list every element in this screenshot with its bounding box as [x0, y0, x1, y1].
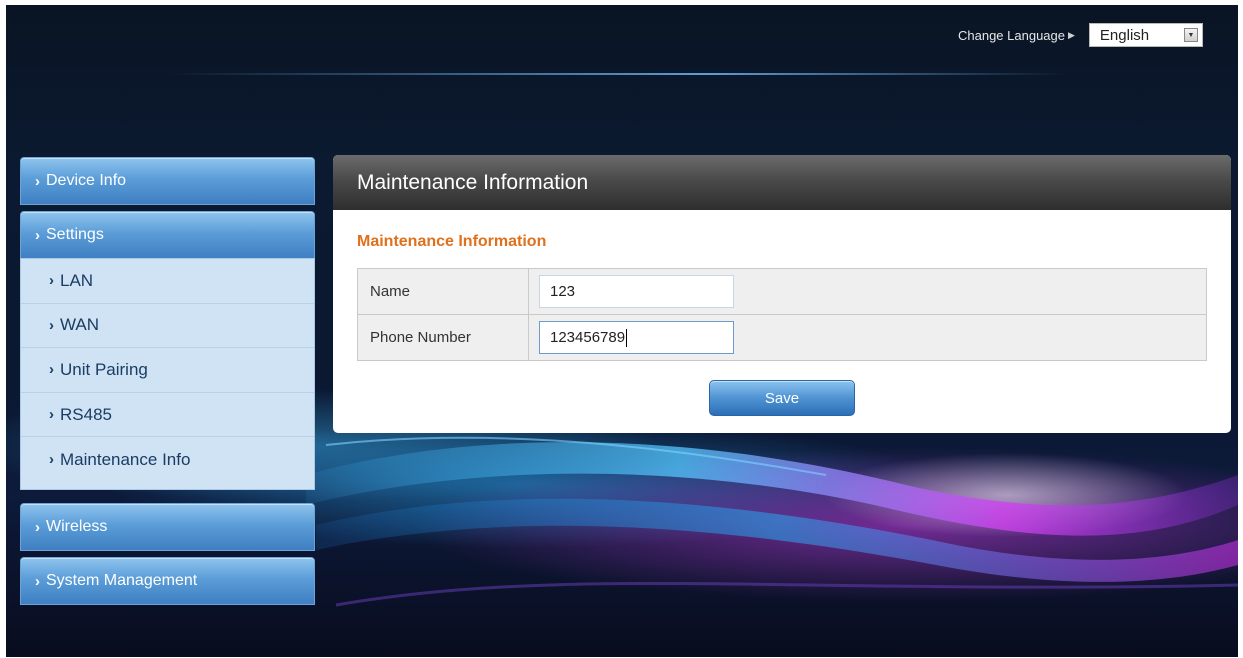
header-highlight-line — [166, 73, 1066, 75]
language-select-value: English — [1099, 26, 1150, 44]
table-row: Phone Number 123456789 — [357, 314, 1207, 361]
maintenance-form-table: Name 123 Phone Number 123456789 — [357, 268, 1207, 361]
language-selector-area: Change Language ▶ English ▼ — [958, 23, 1203, 47]
nav-device-info[interactable]: › Device Info — [20, 157, 315, 205]
settings-submenu: › LAN › WAN › Unit Pairing › RS485 › Mai… — [20, 258, 315, 490]
sidebar-item-unit-pairing[interactable]: › Unit Pairing — [21, 348, 314, 393]
phone-number-input[interactable]: 123456789 — [539, 321, 734, 354]
chevron-down-icon[interactable]: ▼ — [1183, 28, 1198, 42]
maintenance-panel: Maintenance Information Maintenance Info… — [333, 155, 1231, 433]
chevron-right-icon: › — [49, 361, 54, 379]
nav-settings-label: Settings — [46, 226, 104, 243]
sidebar-item-label: Maintenance Info — [60, 449, 191, 469]
sidebar-item-maintenance-info[interactable]: › Maintenance Info — [21, 437, 314, 482]
name-label: Name — [357, 268, 529, 315]
nav-wireless[interactable]: › Wireless — [20, 503, 315, 551]
phone-number-input-value: 123456789 — [550, 329, 626, 346]
name-input-value: 123 — [550, 283, 576, 300]
sidebar-item-label: RS485 — [60, 404, 112, 424]
text-caret — [626, 328, 628, 347]
name-input[interactable]: 123 — [539, 275, 734, 308]
section-title: Maintenance Information — [357, 233, 547, 250]
change-language-label: Change Language — [958, 27, 1065, 43]
chevron-right-icon: › — [49, 451, 54, 469]
chevron-right-icon: › — [49, 406, 54, 424]
chevron-right-icon: › — [35, 572, 40, 590]
panel-header-title: Maintenance Information — [333, 155, 1231, 210]
nav-settings[interactable]: › Settings — [20, 211, 315, 259]
chevron-right-icon: › — [35, 172, 40, 190]
sidebar-item-label: WAN — [60, 315, 100, 335]
language-select[interactable]: English ▼ — [1088, 23, 1203, 47]
sidebar-item-wan[interactable]: › WAN — [21, 304, 314, 349]
chevron-right-icon: › — [35, 226, 40, 244]
nav-wireless-label: Wireless — [46, 518, 108, 535]
nav-system-management-label: System Management — [46, 572, 198, 589]
nav-system-management[interactable]: › System Management — [20, 557, 315, 605]
chevron-right-icon: › — [35, 518, 40, 536]
sidebar-item-lan[interactable]: › LAN — [21, 259, 314, 304]
sidebar-item-label: LAN — [60, 270, 94, 290]
triangle-right-icon: ▶ — [1068, 29, 1075, 40]
phone-number-label: Phone Number — [357, 314, 529, 361]
save-button[interactable]: Save — [709, 380, 855, 416]
sidebar-item-label: Unit Pairing — [60, 359, 148, 379]
chevron-right-icon: › — [49, 272, 54, 290]
sidebar-item-rs485[interactable]: › RS485 — [21, 393, 314, 438]
table-row: Name 123 — [357, 268, 1207, 315]
nav-device-info-label: Device Info — [46, 172, 127, 189]
chevron-right-icon: › — [49, 316, 54, 334]
